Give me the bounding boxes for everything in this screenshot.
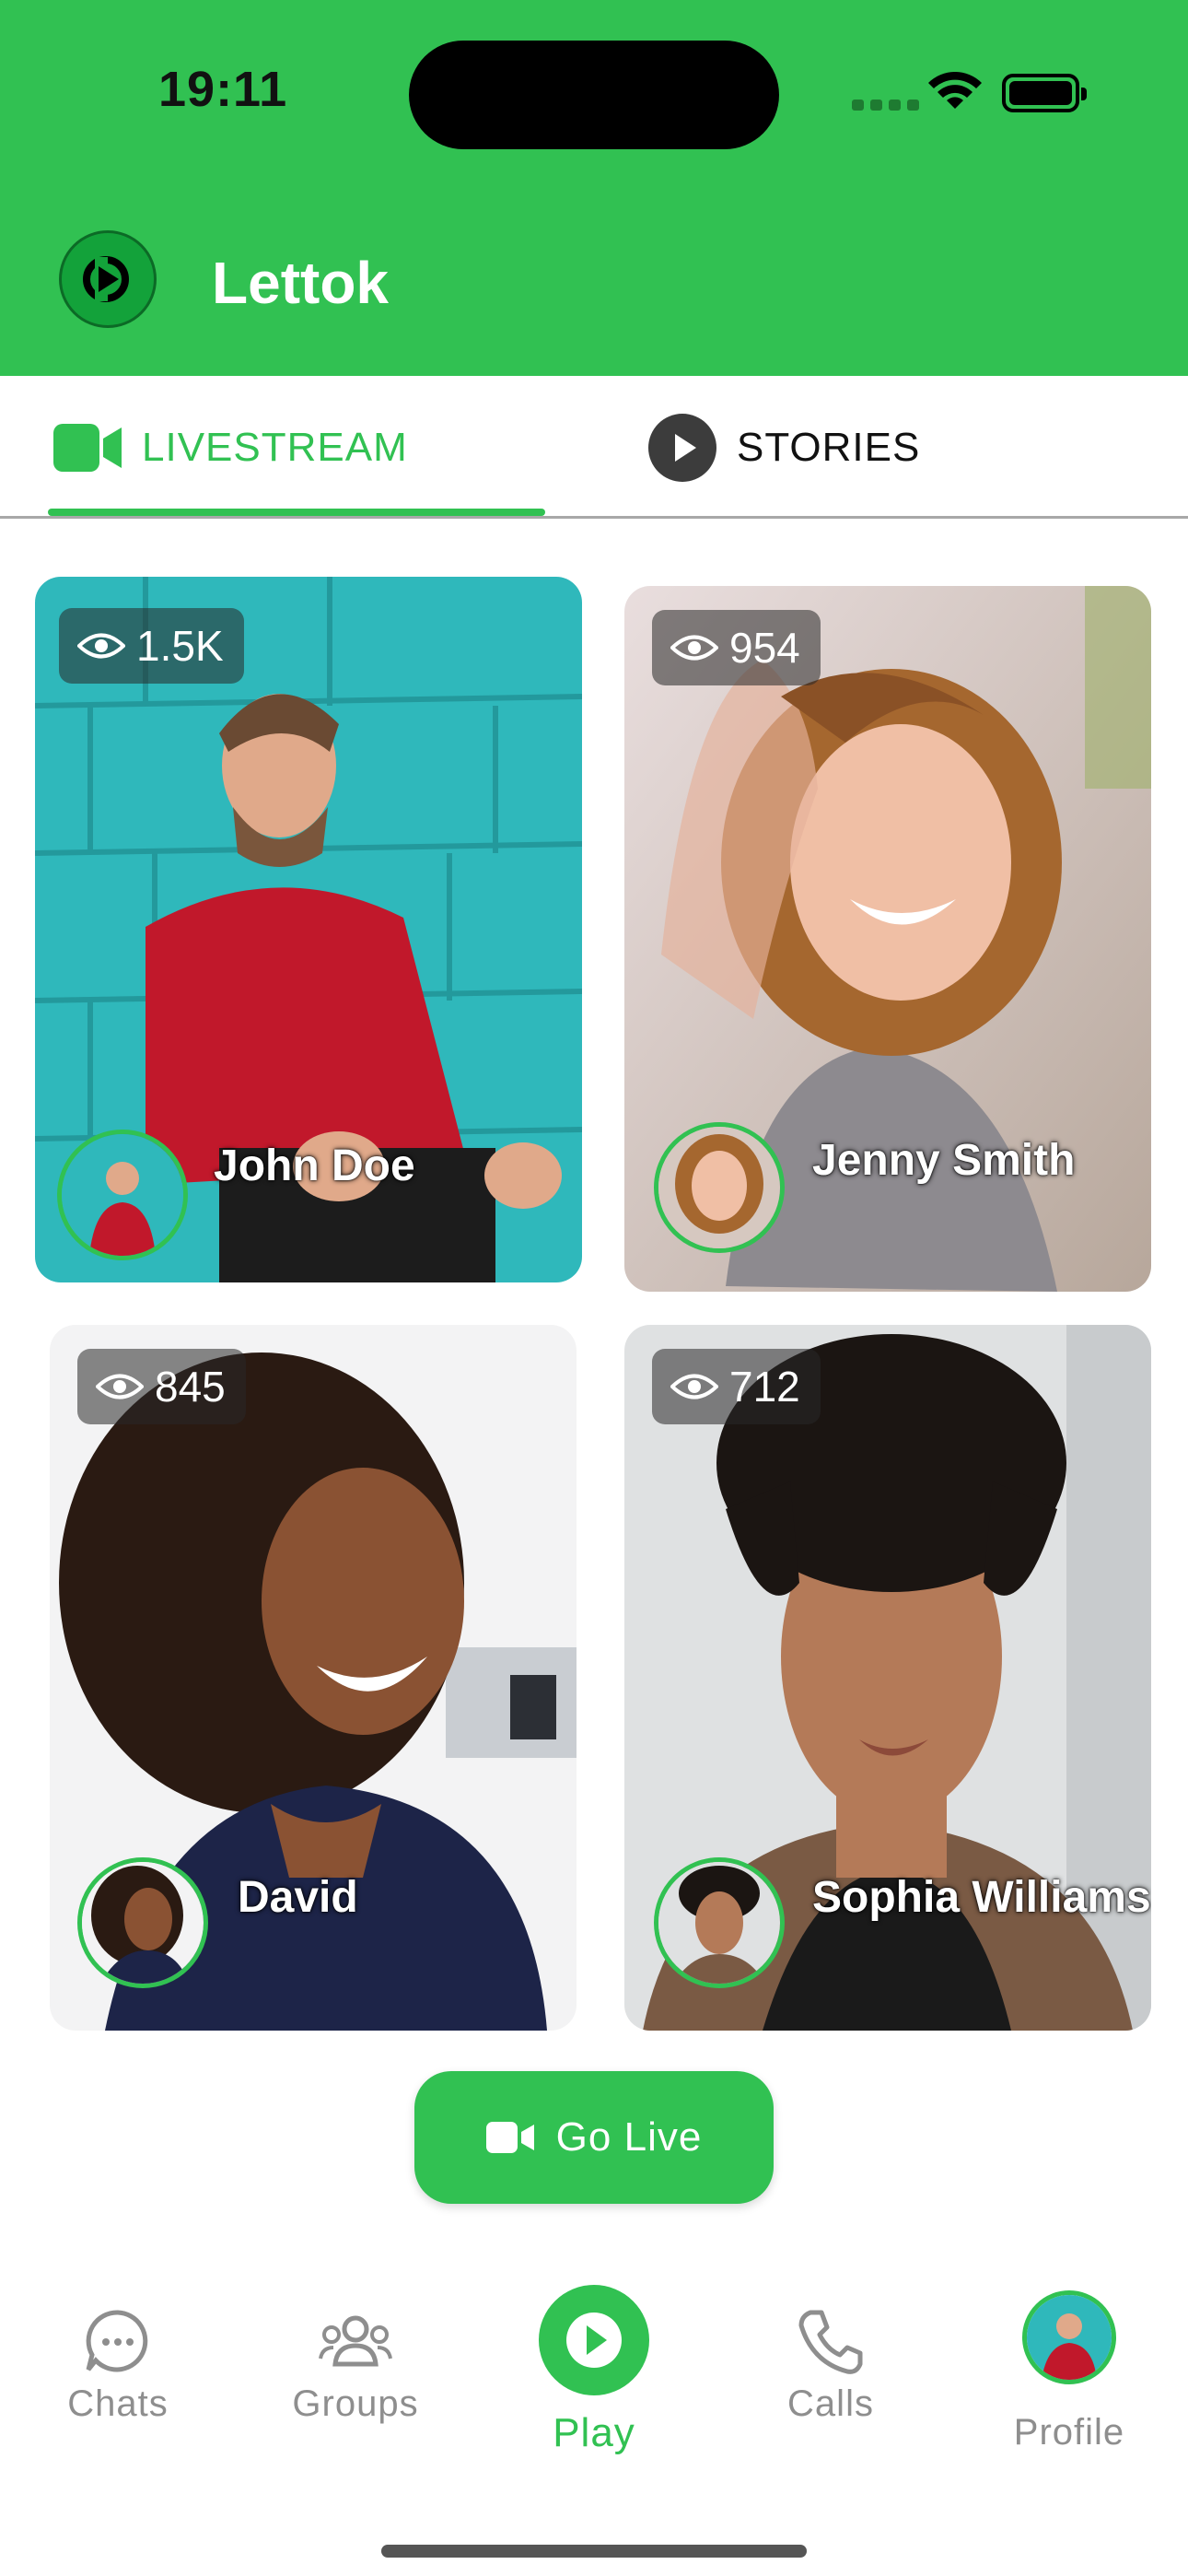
viewer-count-badge: 712: [652, 1349, 821, 1424]
app-logo: [59, 230, 157, 328]
nav-calls[interactable]: Calls: [739, 2248, 923, 2425]
nav-chats[interactable]: Chats: [26, 2248, 210, 2425]
avatar: [654, 1857, 785, 1988]
bottom-nav: Chats Groups Play Calls Profile: [0, 2248, 1188, 2576]
viewer-count: 712: [729, 1363, 800, 1411]
avatar: [57, 1130, 188, 1260]
chat-bubble-icon: [86, 2310, 148, 2372]
avatar: [654, 1122, 785, 1253]
streamer-name: John Doe: [214, 1142, 415, 1190]
stream-card[interactable]: 712 Sophia Williams: [624, 1325, 1151, 2031]
viewer-count-badge: 845: [77, 1349, 246, 1424]
dynamic-island: [409, 41, 779, 149]
nav-profile-label: Profile: [1013, 2412, 1125, 2453]
battery-icon: [1002, 74, 1087, 112]
signal-icon: [852, 96, 937, 111]
tab-stories[interactable]: STORIES: [648, 413, 920, 483]
eye-icon: [670, 635, 718, 661]
go-live-button[interactable]: Go Live: [414, 2071, 774, 2204]
status-time: 19:11: [158, 62, 288, 117]
nav-calls-label: Calls: [787, 2383, 874, 2424]
tab-divider: [0, 516, 1188, 519]
nav-chats-label: Chats: [67, 2383, 169, 2424]
nav-groups-label: Groups: [292, 2383, 419, 2424]
home-indicator: [381, 2545, 807, 2558]
nav-profile[interactable]: Profile: [977, 2248, 1161, 2453]
eye-icon: [96, 1374, 144, 1399]
profile-avatar: [1022, 2290, 1116, 2384]
active-tab-indicator: [48, 509, 545, 516]
group-icon: [319, 2315, 392, 2367]
wifi-icon: [928, 72, 982, 109]
viewer-count-badge: 954: [652, 610, 821, 685]
avatar: [77, 1857, 208, 1988]
eye-icon: [670, 1374, 718, 1399]
viewer-count: 845: [155, 1363, 226, 1411]
tab-livestream[interactable]: LIVESTREAM: [53, 420, 408, 475]
streamer-name: Sophia Williams: [812, 1873, 1151, 1922]
app-header: 19:11 Lettok: [0, 0, 1188, 376]
tab-livestream-label: LIVESTREAM: [142, 425, 408, 470]
tab-bar: LIVESTREAM STORIES: [0, 376, 1188, 519]
nav-play-label: Play: [553, 2410, 635, 2455]
tab-stories-label: STORIES: [737, 425, 921, 470]
viewer-count: 1.5K: [136, 622, 224, 670]
streamer-name: David: [238, 1873, 358, 1922]
play-button[interactable]: [539, 2285, 649, 2395]
eye-icon: [77, 633, 125, 659]
play-icon: [648, 414, 716, 482]
phone-icon: [798, 2310, 863, 2374]
streamer-name: Jenny Smith: [812, 1136, 1076, 1185]
stream-card[interactable]: 954 Jenny Smith: [624, 586, 1151, 1292]
video-camera-icon: [485, 2122, 534, 2153]
stream-card[interactable]: 1.5K John Doe: [35, 577, 582, 1282]
stream-card[interactable]: 845 David: [50, 1325, 577, 2031]
go-live-label: Go Live: [555, 2114, 703, 2160]
play-icon: [566, 2313, 622, 2368]
app-title: Lettok: [212, 250, 389, 316]
nav-groups[interactable]: Groups: [263, 2248, 448, 2425]
viewer-count-badge: 1.5K: [59, 608, 244, 684]
viewer-count: 954: [729, 624, 800, 672]
video-camera-icon: [53, 424, 122, 472]
